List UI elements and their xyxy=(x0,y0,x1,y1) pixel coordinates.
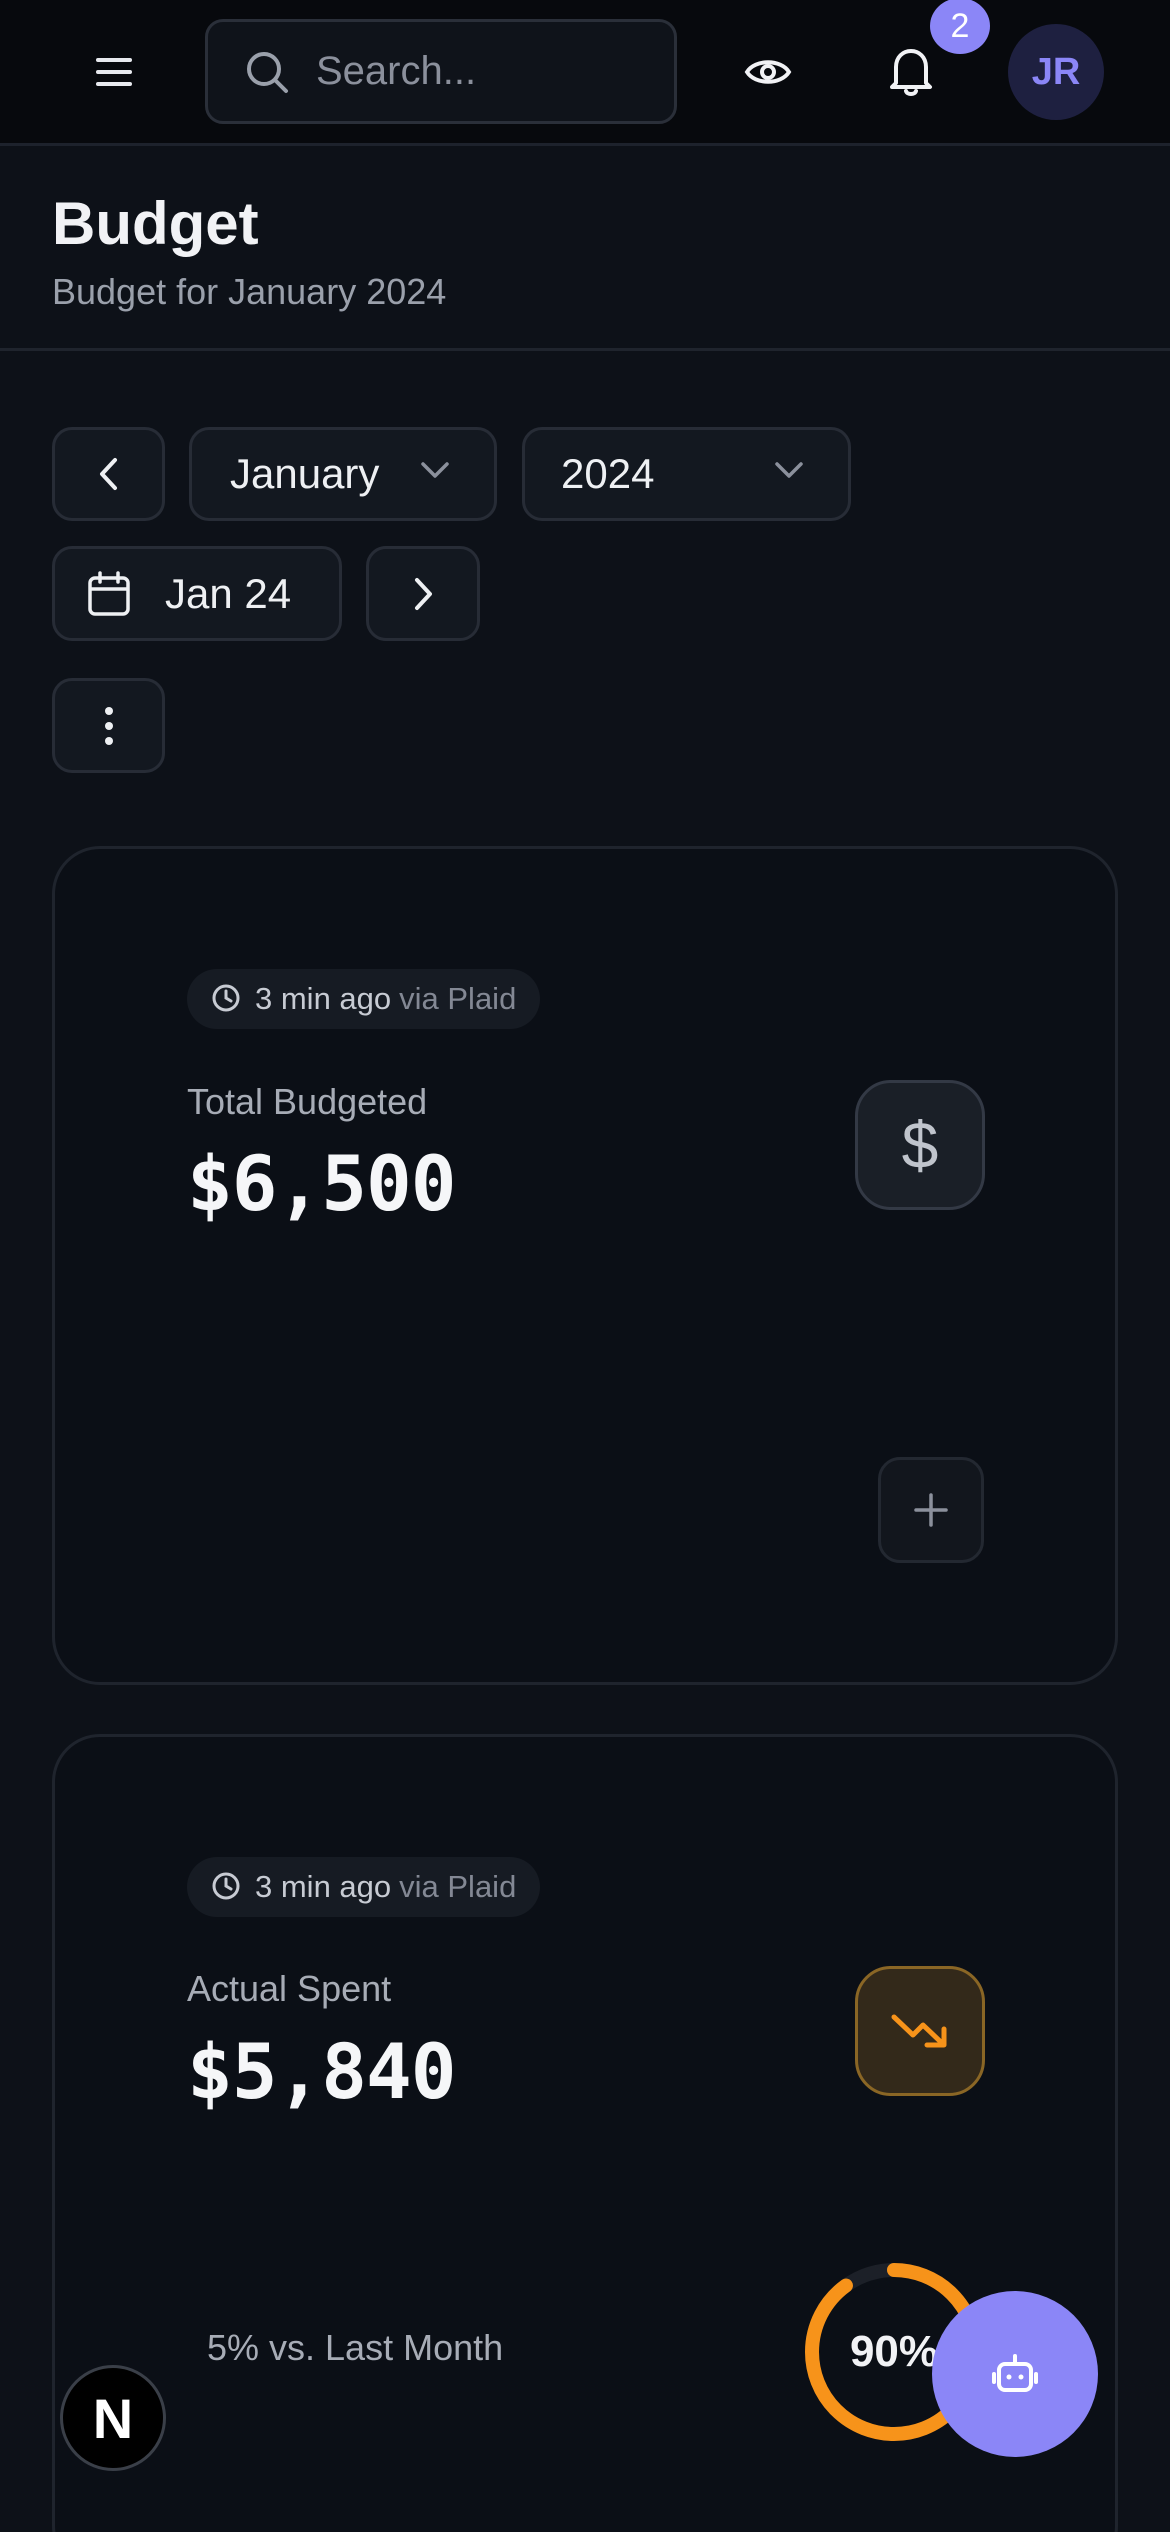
card-value: $5,840 xyxy=(187,2027,457,2116)
search-box[interactable] xyxy=(205,19,677,124)
clock-icon xyxy=(211,983,243,1015)
sync-source: via Plaid xyxy=(399,981,517,1016)
top-bar: 2 JR xyxy=(0,0,1170,146)
year-select-value: 2024 xyxy=(561,450,655,497)
chevron-down-icon xyxy=(421,462,449,478)
total-budgeted-card: 3 min ago via Plaid Total Budgeted $6,50… xyxy=(52,846,1118,1685)
sync-status: 3 min ago via Plaid xyxy=(187,1857,541,1917)
month-select[interactable]: January xyxy=(189,427,497,521)
chevron-left-icon xyxy=(99,458,117,490)
month-select-value: January xyxy=(230,450,380,497)
visibility-toggle-button[interactable] xyxy=(735,42,801,102)
more-options-button[interactable] xyxy=(52,678,165,773)
trending-down-icon xyxy=(855,1966,985,2096)
plus-icon xyxy=(914,1493,948,1527)
bell-icon xyxy=(890,49,932,96)
next-month-button[interactable] xyxy=(366,546,480,641)
chevron-down-icon xyxy=(775,462,803,478)
assistant-button[interactable] xyxy=(932,2291,1098,2457)
notifications-button[interactable] xyxy=(878,38,944,104)
date-picker-button[interactable]: Jan 24 xyxy=(52,546,342,641)
add-button[interactable] xyxy=(878,1457,984,1563)
search-input[interactable] xyxy=(316,49,656,94)
calendar-icon xyxy=(88,570,130,616)
year-select[interactable]: 2024 xyxy=(522,427,851,521)
page-title: Budget xyxy=(52,190,259,257)
page-header: Budget Budget for January 2024 xyxy=(0,149,1170,351)
framework-logo[interactable]: N xyxy=(60,2365,166,2471)
robot-icon xyxy=(992,2354,1038,2392)
sync-status: 3 min ago via Plaid xyxy=(187,969,541,1029)
clock-icon xyxy=(211,1871,243,1903)
previous-month-button[interactable] xyxy=(52,427,165,521)
comparison-text: 5% vs. Last Month xyxy=(207,2327,504,2368)
sync-source: via Plaid xyxy=(399,1869,517,1904)
search-icon xyxy=(244,48,292,96)
dollar-icon: $ xyxy=(855,1080,985,1210)
notification-badge: 2 xyxy=(930,0,990,54)
more-vertical-icon xyxy=(104,706,113,745)
card-label: Total Budgeted xyxy=(187,1081,428,1122)
chevron-right-icon xyxy=(415,577,432,610)
avatar[interactable]: JR xyxy=(1008,24,1104,120)
date-label: Jan 24 xyxy=(165,569,292,617)
card-value: $6,500 xyxy=(187,1139,457,1228)
eye-icon xyxy=(744,60,792,84)
card-label: Actual Spent xyxy=(187,1968,392,2009)
sync-time: 3 min ago xyxy=(255,1869,392,1904)
sync-time: 3 min ago xyxy=(255,981,392,1016)
page-subtitle: Budget for January 2024 xyxy=(52,271,447,312)
menu-icon[interactable] xyxy=(80,42,148,102)
